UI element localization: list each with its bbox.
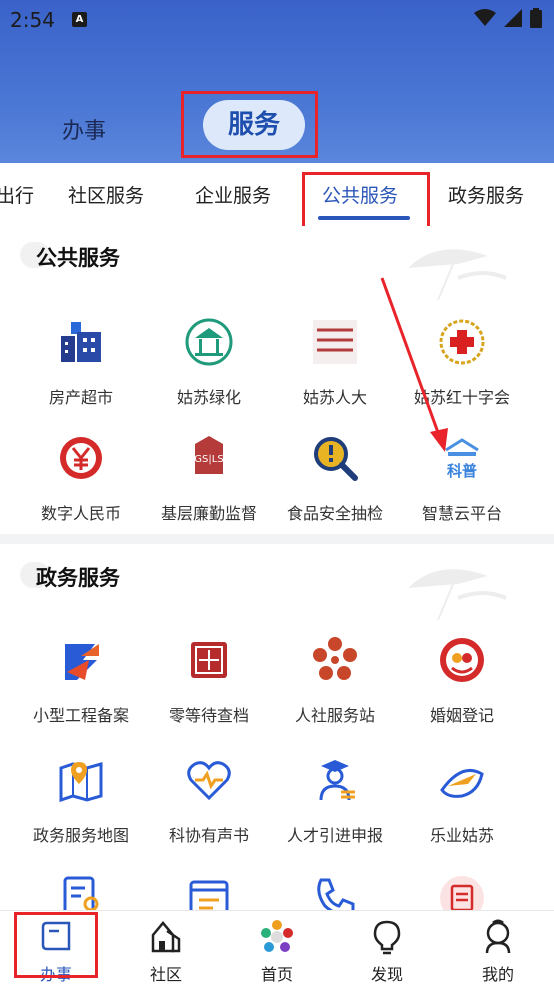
category-enterprise[interactable]: 企业服务 <box>195 181 271 208</box>
service-renda[interactable]: 姑苏人大 <box>270 318 400 408</box>
plane-icon <box>440 769 484 798</box>
section-title: 公共服务 <box>36 246 120 270</box>
magnifier-icon <box>314 437 358 481</box>
service-label: 基层廉勤监督 <box>160 504 257 523</box>
service-label: 姑苏人大 <box>302 388 367 407</box>
tab-banshi[interactable]: 办事 <box>62 113 106 145</box>
category-community[interactable]: 社区服务 <box>68 181 144 208</box>
service-talent[interactable]: 人才引进申报 <box>270 756 400 846</box>
service-row3-2[interactable] <box>144 874 274 910</box>
service-ecny[interactable]: 数字人民币 <box>16 434 146 524</box>
digital-rmb-icon <box>60 437 102 479</box>
service-audiobook[interactable]: 科协有声书 <box>144 756 274 846</box>
form-icon <box>440 876 484 910</box>
service-fangchan[interactable]: 房产超市 <box>16 318 146 408</box>
service-row3-4[interactable] <box>397 874 527 910</box>
service-smart-cloud[interactable]: 科普 智慧云平台 <box>397 434 527 524</box>
nav-label: 首页 <box>260 965 293 984</box>
service-leye[interactable]: 乐业姑苏 <box>397 756 527 846</box>
service-label: 小型工程备案 <box>32 706 129 725</box>
kepu-icon: 科普 <box>445 438 479 480</box>
red-cross-icon <box>439 319 485 365</box>
service-row3-3[interactable] <box>270 874 400 910</box>
nav-mine[interactable]: 我的 <box>458 919 538 984</box>
service-label: 房产超市 <box>48 388 113 407</box>
highlight-box-fuwu <box>181 91 318 158</box>
service-marriage[interactable]: 婚姻登记 <box>397 636 527 726</box>
section-public-services: 公共服务 房产超市 姑苏绿化 姑苏人大 姑苏红十字会 数字人民币 GS|LS 基… <box>0 226 554 534</box>
home-flower-icon <box>261 920 293 952</box>
graduate-icon <box>319 760 355 801</box>
service-label: 姑苏绿化 <box>176 388 241 407</box>
service-label: 零等待查档 <box>168 706 249 725</box>
signal-icon <box>504 9 522 27</box>
highlight-box-public <box>302 172 430 229</box>
service-redcross[interactable]: 姑苏红十字会 <box>397 318 527 408</box>
section-government-services: 政务服务 小型工程备案 零等待查档 人社服务站 婚姻登记 政务服务地图 科协有声… <box>0 544 554 910</box>
service-label: 科协有声书 <box>168 826 249 845</box>
service-label: 智慧云平台 <box>421 504 502 523</box>
service-map[interactable]: 政务服务地图 <box>16 756 146 846</box>
notification-icon: A <box>72 12 87 27</box>
status-icons <box>474 8 542 28</box>
section-title: 政务服务 <box>36 566 120 590</box>
nav-label: 发现 <box>370 965 403 984</box>
service-lianqin[interactable]: GS|LS 基层廉勤监督 <box>144 434 274 524</box>
service-archive[interactable]: 零等待查档 <box>144 636 274 726</box>
service-label: 食品安全抽检 <box>286 504 383 523</box>
user-icon <box>485 919 511 954</box>
highlight-box-banshi <box>14 912 98 978</box>
battery-icon <box>530 8 542 28</box>
service-food-safety[interactable]: 食品安全抽检 <box>270 434 400 524</box>
service-label: 政务服务地图 <box>32 826 129 845</box>
service-label: 数字人民币 <box>40 504 121 523</box>
buildings-icon <box>61 322 101 362</box>
map-icon <box>59 762 103 803</box>
service-label: 乐业姑苏 <box>429 826 494 845</box>
service-lvhua[interactable]: 姑苏绿化 <box>144 318 274 408</box>
wifi-icon <box>474 9 496 26</box>
service-row3-1[interactable] <box>16 874 146 910</box>
bulb-icon <box>373 920 401 955</box>
svg-text:科普: 科普 <box>447 462 477 480</box>
project-filing-icon <box>65 644 99 680</box>
service-renshe[interactable]: 人社服务站 <box>270 636 400 726</box>
status-time: 2:54 <box>10 8 55 32</box>
seal-icon: GS|LS <box>194 436 224 474</box>
flower-icon <box>313 637 357 680</box>
service-label: 人社服务站 <box>294 706 375 725</box>
marriage-icon <box>440 638 484 682</box>
nav-home[interactable]: 首页 <box>237 919 317 984</box>
calendar-icon <box>189 880 229 910</box>
digital-npc-icon <box>313 320 357 364</box>
service-project-filing[interactable]: 小型工程备案 <box>16 636 146 726</box>
service-label: 姑苏红十字会 <box>413 388 510 407</box>
phone-icon <box>317 878 355 910</box>
section-divider <box>0 534 554 544</box>
umbrella-watermark <box>408 249 507 301</box>
category-chuxing[interactable]: 出行 <box>0 181 34 208</box>
app-header: 2:54 A 办事 服务 <box>0 0 554 163</box>
nav-label: 社区 <box>149 965 182 984</box>
service-label: 人才引进申报 <box>286 826 383 845</box>
nav-label: 我的 <box>481 965 514 984</box>
heart-pulse-icon <box>187 761 231 801</box>
service-label: 婚姻登记 <box>429 706 494 725</box>
nav-discover[interactable]: 发现 <box>347 919 427 984</box>
category-government[interactable]: 政务服务 <box>448 181 524 208</box>
nav-community[interactable]: 社区 <box>126 919 206 984</box>
pavilion-icon <box>185 318 233 366</box>
svg-text:GS|LS: GS|LS <box>194 454 223 465</box>
archive-icon <box>191 642 227 678</box>
community-icon <box>151 921 181 953</box>
umbrella-watermark <box>408 569 507 621</box>
document-icon <box>63 876 99 910</box>
